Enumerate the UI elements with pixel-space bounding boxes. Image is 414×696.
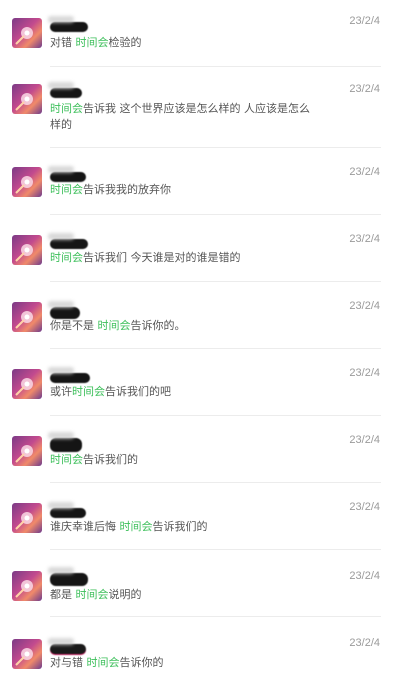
comment-highlight[interactable]: 时间会 (72, 385, 105, 398)
comment-item[interactable]: 23/2/4 或许时间会告诉我们的吧 (0, 349, 414, 416)
avatar[interactable] (12, 84, 42, 114)
comment-item[interactable]: 23/2/4 你是不是 时间会告诉你的。 (0, 282, 414, 349)
comment-item[interactable]: 23/2/4 对错 时间会检验的 (0, 0, 414, 67)
avatar-image-icon (15, 27, 33, 45)
comment-list: 23/2/4 对错 时间会检验的 23/2/4 时间会告诉我 这个世界应该是怎么… (0, 0, 414, 696)
username-redacted (50, 239, 88, 249)
comment-text-pre: 对错 (50, 36, 76, 49)
comment-text: 对错 时间会检验的 (50, 35, 330, 51)
avatar-image-icon (15, 244, 33, 262)
comment-text: 你是不是 时间会告诉你的。 (50, 318, 330, 334)
comment-highlight[interactable]: 时间会 (76, 588, 109, 601)
comment-text-pre: 你是不是 (50, 319, 98, 332)
avatar[interactable] (12, 436, 42, 466)
comment-text-pre: 或许 (50, 385, 72, 398)
comment-text-pre: 对与错 (50, 656, 87, 669)
comment-date: 23/2/4 (349, 434, 380, 446)
avatar-image-icon (15, 648, 33, 666)
username-redacted (50, 88, 82, 98)
avatar-image-icon (15, 512, 33, 530)
avatar-image-icon (15, 580, 33, 598)
avatar[interactable] (12, 503, 42, 533)
comment-text-post: 告诉我 这个世界应该是怎么样的 人应该是怎么样的 (50, 102, 310, 131)
avatar[interactable] (12, 302, 42, 332)
comment-text: 时间会告诉我们的 (50, 452, 330, 468)
comment-text: 或许时间会告诉我们的吧 (50, 384, 330, 400)
comment-highlight[interactable]: 时间会 (50, 453, 83, 466)
comment-date: 23/2/4 (349, 637, 380, 649)
avatar-image-icon (15, 93, 33, 111)
username-redacted (50, 438, 82, 452)
comment-text: 谁庆幸谁后悔 时间会告诉我们的 (50, 519, 330, 535)
comment-text: 都是 时间会说明的 (50, 587, 330, 603)
comment-text: 对与错 时间会告诉你的 (50, 655, 330, 671)
comment-item[interactable]: 23/2/4 谁庆幸谁后悔 时间会告诉我们的 (0, 483, 414, 550)
comment-item[interactable]: 23/2/4 都是 时间会说明的 (0, 550, 414, 617)
username-redacted (50, 373, 90, 383)
comment-highlight[interactable]: 时间会 (87, 656, 120, 669)
comment-text-post: 告诉我我的放弃你 (83, 183, 171, 196)
comment-text-post: 告诉你的 (119, 656, 164, 669)
comment-date: 23/2/4 (349, 570, 380, 582)
comment-text-post: 告诉你的。 (130, 319, 186, 332)
comment-highlight[interactable]: 时间会 (76, 36, 109, 49)
comment-text-post: 告诉我们的 (83, 453, 138, 466)
comment-highlight[interactable]: 时间会 (50, 251, 83, 264)
avatar-image-icon (15, 176, 33, 194)
comment-item[interactable]: 23/2/4 对与错 时间会告诉你的 (0, 617, 414, 696)
avatar[interactable] (12, 369, 42, 399)
comment-text: 时间会告诉我 这个世界应该是怎么样的 人应该是怎么样的 (50, 101, 320, 133)
comment-text-post: 告诉我们的 (152, 520, 208, 533)
comment-item[interactable]: 23/2/4 时间会告诉我们的 (0, 416, 414, 483)
comment-highlight[interactable]: 时间会 (98, 319, 131, 332)
comment-text: 时间会告诉我们 今天谁是对的谁是错的 (50, 250, 330, 266)
comment-text-pre: 谁庆幸谁后悔 (50, 520, 120, 533)
comment-highlight[interactable]: 时间会 (50, 183, 83, 196)
username-redacted (50, 573, 88, 586)
avatar-image-icon (15, 445, 33, 463)
comment-text-pre: 都是 (50, 588, 76, 601)
avatar[interactable] (12, 18, 42, 48)
username-redacted (50, 644, 86, 654)
comment-date: 23/2/4 (349, 233, 380, 245)
comment-date: 23/2/4 (349, 367, 380, 379)
comment-date: 23/2/4 (349, 300, 380, 312)
comment-item[interactable]: 23/2/4 时间会告诉我我的放弃你 (0, 148, 414, 215)
avatar[interactable] (12, 639, 42, 669)
comment-date: 23/2/4 (349, 501, 380, 513)
username-redacted (50, 22, 88, 32)
comment-item[interactable]: 23/2/4 时间会告诉我们 今天谁是对的谁是错的 (0, 215, 414, 282)
comment-text-post: 告诉我们 今天谁是对的谁是错的 (83, 251, 241, 264)
username-redacted (50, 508, 86, 518)
comment-text-post: 说明的 (108, 588, 142, 601)
comment-highlight[interactable]: 时间会 (50, 102, 83, 115)
avatar[interactable] (12, 571, 42, 601)
comment-date: 23/2/4 (349, 83, 380, 95)
comment-text: 时间会告诉我我的放弃你 (50, 182, 330, 198)
avatar[interactable] (12, 235, 42, 265)
comment-text-post: 检验的 (108, 36, 142, 49)
comment-highlight[interactable]: 时间会 (120, 520, 153, 533)
avatar-image-icon (15, 378, 33, 396)
comment-date: 23/2/4 (349, 166, 380, 178)
username-redacted (50, 172, 86, 182)
comment-date: 23/2/4 (349, 15, 380, 27)
avatar[interactable] (12, 167, 42, 197)
comment-text-post: 告诉我们的吧 (105, 385, 171, 398)
avatar-image-icon (15, 311, 33, 329)
comment-item[interactable]: 23/2/4 时间会告诉我 这个世界应该是怎么样的 人应该是怎么样的 (0, 67, 414, 148)
